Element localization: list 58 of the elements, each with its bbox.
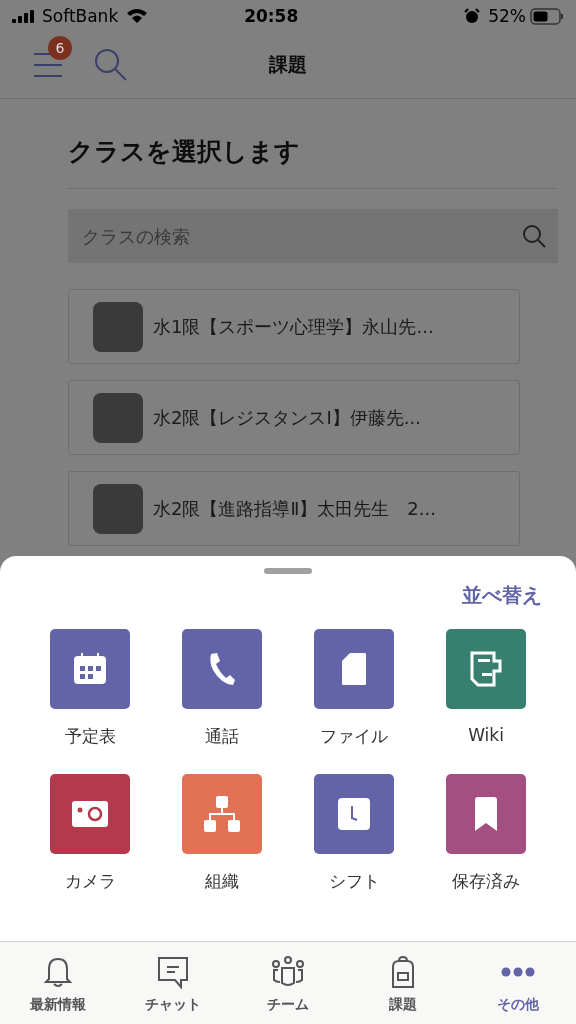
file-icon (341, 652, 367, 686)
chat-icon (155, 955, 190, 989)
notification-badge: 6 (48, 36, 72, 60)
search-icon[interactable] (94, 48, 128, 82)
tab-item[interactable]: 最新情報 (0, 942, 116, 1024)
org-chart-icon (204, 796, 240, 832)
bookmark-icon (475, 797, 497, 831)
signal-icon (12, 9, 36, 23)
class-avatar (93, 392, 143, 443)
class-avatar (93, 483, 143, 534)
app-tile[interactable] (446, 774, 526, 854)
app-label: 予定表 (64, 725, 116, 748)
app-tile[interactable] (314, 629, 394, 709)
drag-handle[interactable] (264, 568, 312, 574)
app-label: 保存済み (452, 870, 520, 893)
app-label: 通話 (205, 725, 239, 748)
class-card[interactable]: 水1限【スポーツ心理学】永山先... (68, 289, 520, 364)
tab-item[interactable]: その他 (460, 942, 576, 1024)
more-icon (501, 967, 536, 977)
battery-icon (530, 7, 564, 25)
app-tile[interactable] (314, 774, 394, 854)
alarm-icon (464, 8, 481, 24)
clock-time: 20:58 (244, 6, 299, 26)
tab-item[interactable]: チャット (115, 942, 231, 1024)
search-box[interactable]: クラスの検索 (68, 209, 558, 263)
section-title: クラスを選択します (68, 135, 558, 189)
battery-percent: 52% (488, 6, 526, 26)
class-avatar (93, 301, 143, 352)
camera-icon (72, 801, 108, 827)
search-field[interactable]: クラスの検索 (80, 224, 522, 248)
calendar-icon (73, 652, 107, 686)
app-label: 組織 (205, 870, 239, 893)
class-card[interactable]: 水2限【レジスタンスⅠ】伊藤先... (68, 380, 520, 455)
app-label: ファイル (320, 725, 388, 748)
class-name: 水2限【レジスタンスⅠ】伊藤先... (153, 405, 421, 430)
carrier-name: SoftBank (42, 6, 119, 26)
tab-item[interactable]: 課題 (345, 942, 461, 1024)
app-tile[interactable] (446, 629, 526, 709)
sort-button[interactable]: 並べ替え (458, 578, 546, 613)
app-tile[interactable] (50, 774, 130, 854)
app-label: シフト (328, 870, 380, 893)
page-title: 課題 (269, 52, 307, 77)
app-tile[interactable] (182, 774, 262, 854)
app-tile[interactable] (50, 629, 130, 709)
phone-icon (208, 652, 236, 686)
wiki-icon (470, 651, 502, 687)
menu-icon[interactable] (34, 52, 64, 78)
class-name: 水2限【進路指導Ⅱ】太田先生 2... (153, 496, 436, 521)
app-label: カメラ (64, 870, 116, 893)
class-card[interactable]: 水2限【進路指導Ⅱ】太田先生 2... (68, 471, 520, 546)
wifi-icon (126, 8, 149, 24)
tab-item[interactable]: チーム (230, 942, 346, 1024)
class-name: 水1限【スポーツ心理学】永山先... (153, 314, 434, 339)
app-tile[interactable] (182, 629, 262, 709)
clock-icon (338, 798, 370, 830)
team-icon (271, 955, 305, 989)
search-icon (522, 224, 546, 248)
app-label: Wiki (468, 725, 504, 745)
